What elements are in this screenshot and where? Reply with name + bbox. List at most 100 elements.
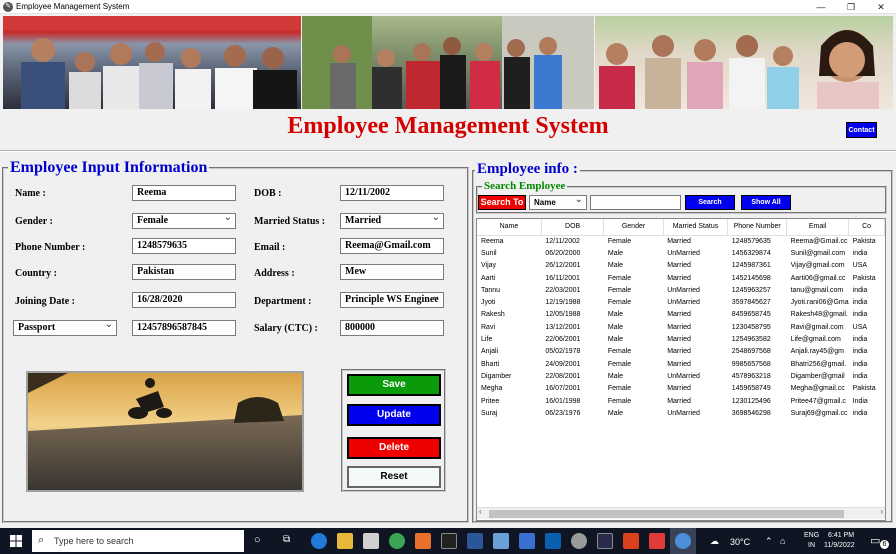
- search-button[interactable]: Search: [685, 195, 735, 210]
- word-icon[interactable]: [467, 533, 483, 549]
- table-cell: Sunil@gmail.com: [790, 249, 846, 257]
- contact-button[interactable]: Contact: [846, 122, 877, 138]
- table-cell: Suraj: [481, 409, 498, 417]
- scroll-right-icon[interactable]: ›: [880, 507, 883, 516]
- reset-button[interactable]: Reset: [347, 466, 441, 488]
- table-horizontal-scrollbar[interactable]: ‹ ›: [477, 507, 885, 519]
- id-number-input[interactable]: 12457896587845: [132, 320, 236, 336]
- column-header[interactable]: DOB: [541, 219, 605, 236]
- table-cell: Married: [667, 336, 691, 344]
- sublime-icon[interactable]: [415, 533, 431, 549]
- table-row[interactable]: Vijay 26/12/2001 Male Married 1245987361 Vija…: [477, 260, 885, 272]
- table-row[interactable]: Rakesh 12/05/1988 Male Married 8459658745 Rak…: [477, 309, 885, 321]
- dob-input[interactable]: 12/11/2002: [340, 185, 444, 201]
- table-row[interactable]: Suraj 06/23/1976 Male UnMarried 3698546298 Su…: [477, 407, 885, 419]
- table-row[interactable]: Anjali 05/02/1978 Female Married 2548697568 A…: [477, 346, 885, 358]
- tray-chevron-icon[interactable]: ⌃: [765, 536, 773, 547]
- show-all-button[interactable]: Show All: [741, 195, 791, 210]
- store-icon[interactable]: [519, 533, 535, 549]
- table-row[interactable]: Jyoti 12/19/1988 Female UnMarried 3597845627…: [477, 296, 885, 308]
- table-cell: Megha: [481, 385, 503, 393]
- screen-icon[interactable]: [597, 533, 613, 549]
- maximize-button[interactable]: ❐: [836, 0, 866, 14]
- minimize-button[interactable]: —: [806, 0, 836, 14]
- table-row[interactable]: Life 22/06/2001 Male Married 1254963582 Life@…: [477, 333, 885, 345]
- table-row[interactable]: Digamber 22/08/2001 Male UnMarried 457896321…: [477, 370, 885, 382]
- edge-icon[interactable]: [311, 533, 327, 549]
- chrome-icon[interactable]: [389, 533, 405, 549]
- clock-date[interactable]: 11/9/2022: [824, 542, 855, 549]
- table-cell: 16/07/2001: [545, 385, 581, 393]
- group-photo-3: [595, 16, 893, 109]
- weather-temp[interactable]: 30°C: [730, 537, 750, 547]
- table-cell: Married: [667, 262, 691, 270]
- notification-icon[interactable]: ▭: [870, 534, 880, 547]
- taskbar-search-box[interactable]: ⌕ Type here to search: [32, 530, 244, 552]
- table-row[interactable]: Aarti 16/11/2001 Female Married 1452145698 Aa…: [477, 272, 885, 284]
- calculator-icon[interactable]: [363, 533, 379, 549]
- window-title: Employee Management System: [16, 2, 130, 11]
- gender-select[interactable]: Female: [132, 213, 236, 229]
- network-icon[interactable]: ⌂: [780, 536, 785, 546]
- employee-table[interactable]: Name DOB Gender Married Status Phone Number E…: [476, 218, 886, 521]
- table-row[interactable]: Megha 16/07/2001 Female Married 1459658749 Me…: [477, 383, 885, 395]
- pdf-icon[interactable]: [649, 533, 665, 549]
- table-cell: Married: [667, 348, 691, 356]
- python-app-icon[interactable]: [675, 533, 691, 549]
- update-button[interactable]: Update: [347, 404, 441, 426]
- column-header[interactable]: Name: [477, 219, 542, 236]
- table-cell: india: [852, 360, 868, 368]
- table-cell: Vijay@gmail.com: [790, 262, 845, 270]
- joining-date-input[interactable]: 16/28/2020: [132, 292, 236, 308]
- terminal-icon[interactable]: [441, 533, 457, 549]
- column-header[interactable]: Gender: [603, 219, 664, 236]
- email-input[interactable]: Reema@Gmail.com: [340, 238, 444, 254]
- table-row[interactable]: Ravi 13/12/2001 Male Married 1230458795 Ravi@…: [477, 321, 885, 333]
- language-top[interactable]: ENG: [804, 532, 819, 539]
- scrollbar-thumb[interactable]: [489, 510, 844, 518]
- language-bottom[interactable]: IN: [808, 542, 815, 549]
- table-cell: Vijay: [481, 262, 497, 270]
- id-type-select[interactable]: Passport: [13, 320, 117, 336]
- save-button[interactable]: Save: [347, 374, 441, 396]
- table-row[interactable]: Tannu 22/03/2001 Female UnMarried 1245963257…: [477, 284, 885, 296]
- column-header[interactable]: Married Status: [663, 219, 729, 236]
- table-row[interactable]: Bharti 24/09/2001 Female Married 9985657568 B…: [477, 358, 885, 370]
- clock-time[interactable]: 6:41 PM: [828, 532, 854, 539]
- table-row[interactable]: Sunil 06/20/2000 Male UnMarried 1456329874 Su…: [477, 247, 885, 259]
- delete-button[interactable]: Delete: [347, 437, 441, 459]
- phone-input[interactable]: 1248579635: [132, 238, 236, 254]
- mail-icon[interactable]: [545, 533, 561, 549]
- table-cell: 9985657568: [731, 360, 771, 368]
- column-header[interactable]: Phone Number: [727, 219, 788, 236]
- scroll-left-icon[interactable]: ‹: [479, 507, 482, 516]
- weather-icon[interactable]: ☁: [710, 536, 719, 547]
- task-view-icon[interactable]: ⧉: [283, 534, 290, 545]
- department-select[interactable]: Principle WS Enginee: [340, 292, 444, 308]
- close-button[interactable]: ✕: [866, 0, 896, 14]
- file-explorer-icon[interactable]: [337, 533, 353, 549]
- windows-start-icon[interactable]: [10, 535, 22, 547]
- table-row[interactable]: Pritee 16/01/1998 Female Married 1230125496 P…: [477, 395, 885, 407]
- address-input[interactable]: Mew: [340, 264, 444, 280]
- table-cell: 05/02/1978: [545, 348, 581, 356]
- settings-icon[interactable]: [571, 533, 587, 549]
- photos-icon[interactable]: [493, 533, 509, 549]
- search-input[interactable]: [590, 195, 681, 210]
- country-input[interactable]: Pakistan: [132, 264, 236, 280]
- married-status-select[interactable]: Married: [340, 213, 444, 229]
- table-row[interactable]: Reema 12/11/2002 Female Married 1248579635 Re…: [477, 235, 885, 247]
- column-header[interactable]: Email: [786, 219, 850, 236]
- employee-photo-frame[interactable]: [26, 371, 304, 492]
- table-cell: india: [852, 348, 868, 356]
- table-cell: 12/19/1988: [545, 299, 581, 307]
- table-cell: Rakesh48@gmail.: [790, 311, 848, 319]
- media-icon[interactable]: [623, 533, 639, 549]
- cortana-icon[interactable]: ○: [254, 534, 261, 546]
- column-header[interactable]: Co: [848, 219, 885, 236]
- search-field-select[interactable]: Name: [529, 195, 587, 210]
- name-input[interactable]: Reema: [132, 185, 236, 201]
- salary-input[interactable]: 800000: [340, 320, 444, 336]
- table-cell: 1245987361: [731, 262, 771, 270]
- table-cell: 12/11/2002: [545, 237, 580, 245]
